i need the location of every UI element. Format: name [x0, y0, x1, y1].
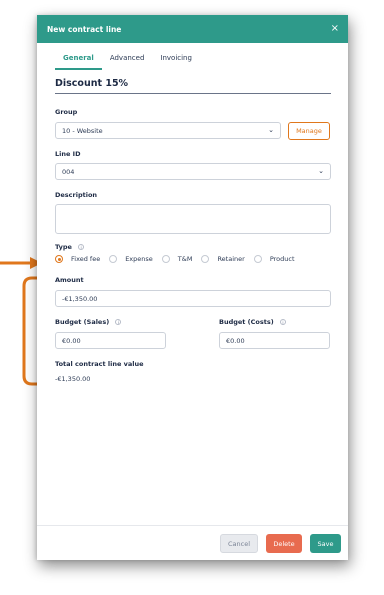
tab-general[interactable]: General	[55, 50, 102, 72]
radio-label: T&M	[177, 255, 193, 263]
group-select[interactable]: 10 - Website ⌄	[55, 122, 281, 139]
info-icon: i	[279, 319, 286, 325]
radio-label: Fixed fee	[71, 255, 101, 263]
total-value: -€1,350.00	[55, 375, 91, 383]
budget-costs-value: €0.00	[226, 336, 245, 345]
radio-label: Retainer	[217, 255, 245, 263]
total-label: Total contract line value	[55, 360, 144, 368]
group-value: 10 - Website	[62, 126, 103, 135]
radio-label: Product	[269, 255, 295, 263]
radio-circle	[109, 255, 118, 263]
info-icon: i	[115, 319, 122, 325]
dialog-title: New contract line	[47, 24, 122, 34]
manage-button[interactable]: Manage	[288, 122, 330, 140]
radio-product[interactable]: Product	[253, 255, 295, 263]
chevron-down-icon: ⌄	[268, 126, 274, 134]
section-title: Discount 15%	[55, 78, 129, 89]
radio-retainer[interactable]: Retainer	[201, 255, 245, 263]
screen: New contract line × General Advanced Inv…	[0, 0, 384, 595]
radio-circle	[253, 255, 262, 263]
radio-expense[interactable]: Expense	[109, 255, 153, 263]
budget-sales-value: €0.00	[62, 336, 81, 345]
budget-costs-label: Budget (Costs)	[219, 318, 274, 326]
type-label-row: Type i	[55, 243, 85, 251]
type-label: Type	[55, 243, 72, 251]
contract-line-dialog: New contract line × General Advanced Inv…	[37, 15, 348, 560]
dialog-header: New contract line ×	[37, 15, 348, 43]
type-radio-group: Fixed fee Expense T&M Retainer Product	[55, 255, 304, 263]
budget-sales-input[interactable]: €0.00	[55, 332, 166, 349]
budget-sales-label-row: Budget (Sales) i	[55, 318, 122, 326]
description-field[interactable]	[55, 204, 331, 234]
amount-label: Amount	[55, 276, 84, 284]
radio-circle	[201, 255, 210, 263]
tab-bar: General Advanced Invoicing	[37, 50, 348, 72]
radio-tm[interactable]: T&M	[161, 255, 193, 263]
line-id-value: 004	[62, 167, 75, 176]
radio-fixed-fee[interactable]: Fixed fee	[55, 255, 100, 263]
info-icon: i	[78, 244, 85, 250]
radio-circle	[55, 255, 63, 263]
section-divider	[55, 93, 331, 94]
save-button[interactable]: Save	[310, 534, 341, 553]
budget-costs-label-row: Budget (Costs) i	[219, 318, 286, 326]
description-label: Description	[55, 191, 98, 199]
group-label: Group	[55, 108, 78, 116]
chevron-down-icon: ⌄	[318, 167, 324, 175]
radio-label: Expense	[125, 255, 153, 263]
amount-value: -€1,350.00	[62, 294, 98, 303]
budget-sales-label: Budget (Sales)	[55, 318, 110, 326]
footer-divider	[37, 525, 348, 526]
close-icon[interactable]: ×	[331, 24, 339, 34]
tab-advanced[interactable]: Advanced	[102, 50, 153, 72]
line-id-select[interactable]: 004 ⌄	[55, 163, 331, 180]
cancel-button[interactable]: Cancel	[220, 534, 258, 553]
delete-button[interactable]: Delete	[266, 534, 302, 553]
amount-input[interactable]: -€1,350.00	[55, 290, 331, 307]
budget-costs-input[interactable]: €0.00	[219, 332, 330, 349]
line-id-label: Line ID	[55, 150, 81, 158]
radio-circle	[161, 255, 170, 263]
tab-invoicing[interactable]: Invoicing	[152, 50, 200, 72]
